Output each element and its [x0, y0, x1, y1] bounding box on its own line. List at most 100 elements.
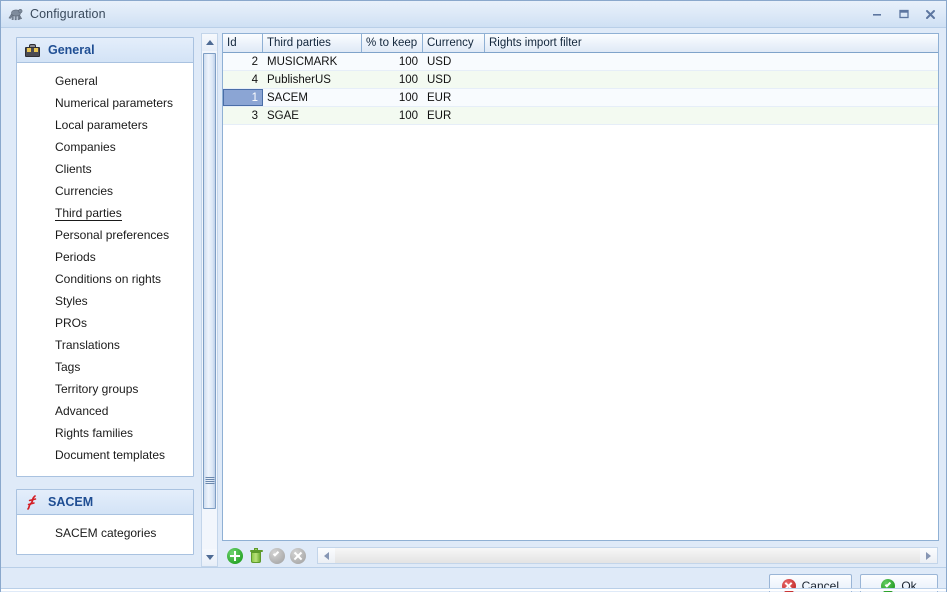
sidebar-item-label: Conditions on rights — [55, 272, 162, 286]
sidebar-item-label: Styles — [55, 294, 88, 308]
sidebar-item-currencies[interactable]: Currencies — [17, 180, 193, 202]
sidebar-item-label: Periods — [55, 250, 96, 264]
sidebar-scroll-thumb[interactable] — [203, 53, 216, 509]
grid-toolbar-buttons — [222, 547, 306, 564]
grid-rows: 2 MUSICMARK 100 USD 4 PublisherUS 100 US… — [223, 53, 938, 540]
sidebar-item-numerical-parameters[interactable]: Numerical parameters — [17, 92, 193, 114]
sidebar-item-label: Document templates — [55, 448, 166, 462]
scroll-down-arrow-icon[interactable] — [202, 549, 217, 566]
column-header-third-parties[interactable]: Third parties — [263, 34, 362, 52]
sidebar-item-rights-families[interactable]: Rights families — [17, 422, 193, 444]
plus-circle-icon[interactable] — [227, 547, 243, 564]
cell-id: 3 — [251, 109, 258, 122]
sidebar-scroll-track[interactable] — [202, 51, 217, 549]
scroll-up-arrow-icon[interactable] — [202, 34, 217, 51]
title-bar: Configuration — [1, 1, 946, 28]
sidebar-item-pros[interactable]: PROs — [17, 312, 193, 334]
sidebar-group-header-general[interactable]: General — [17, 38, 193, 63]
sidebar-item-label: Tags — [55, 360, 81, 374]
sidebar-vertical-scrollbar[interactable] — [201, 33, 218, 567]
music-flourish-icon — [25, 494, 40, 510]
sidebar-item-label: Clients — [55, 162, 92, 176]
cell-pct-to-keep: 100 — [398, 109, 418, 122]
sidebar-item-label: Numerical parameters — [55, 96, 174, 110]
cell-id: 1 — [223, 89, 263, 106]
column-header-currency[interactable]: Currency — [423, 34, 485, 52]
cell-currency: EUR — [427, 91, 452, 104]
scroll-right-arrow-icon[interactable] — [920, 548, 937, 563]
cell-rights-filter — [485, 107, 938, 124]
x-circle-icon[interactable] — [290, 547, 306, 564]
sidebar-item-label: Territory groups — [55, 382, 139, 396]
sidebar-item-advanced[interactable]: Advanced — [17, 400, 193, 422]
sidebar-scroll-viewport: General General Numerical parameters Loc… — [7, 33, 194, 567]
sidebar-item-tags[interactable]: Tags — [17, 356, 193, 378]
column-header-rights-import-filter[interactable]: Rights import filter — [485, 34, 938, 52]
sidebar-item-territory-groups[interactable]: Territory groups — [17, 378, 193, 400]
window-bottom-edge — [1, 588, 946, 591]
sidebar-group-general: General General Numerical parameters Loc… — [16, 37, 194, 477]
check-circle-icon[interactable] — [269, 547, 285, 564]
briefcase-icon — [25, 43, 40, 57]
window-title: Configuration — [30, 7, 106, 21]
cell-id: 4 — [251, 73, 258, 86]
cell-third-party: PublisherUS — [267, 73, 331, 86]
cell-rights-filter — [485, 71, 938, 88]
sidebar-item-conditions-on-rights[interactable]: Conditions on rights — [17, 268, 193, 290]
scroll-grip-icon — [205, 477, 214, 484]
cell-rights-filter — [485, 89, 938, 106]
window-controls — [863, 3, 944, 25]
sidebar-group-header-sacem[interactable]: SACEM — [17, 490, 193, 515]
cell-currency: USD — [427, 55, 452, 68]
sidebar-item-general[interactable]: General — [17, 70, 193, 92]
cell-pct-to-keep: 100 — [398, 73, 418, 86]
sidebar-item-label: Currencies — [55, 184, 114, 198]
grid-hscroll-track[interactable] — [335, 548, 920, 563]
table-row[interactable]: 4 PublisherUS 100 USD — [223, 71, 938, 89]
trash-icon[interactable] — [248, 547, 264, 564]
cell-pct-to-keep: 100 — [398, 91, 418, 104]
sidebar-item-styles[interactable]: Styles — [17, 290, 193, 312]
sidebar-item-translations[interactable]: Translations — [17, 334, 193, 356]
table-row[interactable]: 3 SGAE 100 EUR — [223, 107, 938, 125]
sidebar: General General Numerical parameters Loc… — [7, 33, 218, 567]
cell-currency: USD — [427, 73, 452, 86]
sidebar-item-third-parties[interactable]: Third parties — [17, 202, 193, 224]
sidebar-item-personal-preferences[interactable]: Personal preferences — [17, 224, 193, 246]
grid-header-row: Id Third parties % to keep Currency Righ… — [223, 34, 938, 53]
sidebar-item-label: General — [55, 74, 98, 88]
column-header-pct-to-keep[interactable]: % to keep — [362, 34, 423, 52]
window-body: General General Numerical parameters Loc… — [1, 28, 946, 567]
sidebar-item-label: Advanced — [55, 404, 109, 418]
minimize-icon[interactable] — [863, 3, 890, 25]
sidebar-item-label: Companies — [55, 140, 116, 154]
sidebar-item-sacem-categories[interactable]: SACEM categories — [17, 522, 193, 544]
third-parties-panel: Id Third parties % to keep Currency Righ… — [222, 33, 939, 567]
scroll-left-arrow-icon[interactable] — [318, 548, 335, 563]
sidebar-item-label: Personal preferences — [55, 228, 170, 242]
configuration-window: Configuration General General Numerical … — [0, 0, 947, 592]
cell-id: 2 — [251, 55, 258, 68]
cell-rights-filter — [485, 53, 938, 70]
sidebar-item-label: Rights families — [55, 426, 134, 440]
cell-pct-to-keep: 100 — [398, 55, 418, 68]
table-row[interactable]: 2 MUSICMARK 100 USD — [223, 53, 938, 71]
grid-horizontal-scrollbar[interactable] — [317, 547, 938, 564]
column-header-id[interactable]: Id — [223, 34, 263, 52]
sidebar-item-companies[interactable]: Companies — [17, 136, 193, 158]
sidebar-items-sacem: SACEM categories — [17, 515, 193, 554]
sidebar-item-periods[interactable]: Periods — [17, 246, 193, 268]
sidebar-item-label: PROs — [55, 316, 88, 330]
maximize-icon[interactable] — [890, 3, 917, 25]
sidebar-item-local-parameters[interactable]: Local parameters — [17, 114, 193, 136]
cell-third-party: MUSICMARK — [267, 55, 338, 68]
app-icon — [7, 6, 24, 23]
close-icon[interactable] — [917, 3, 944, 25]
sidebar-item-label: Third parties — [55, 205, 122, 221]
sidebar-group-title: SACEM — [48, 495, 94, 509]
sidebar-item-clients[interactable]: Clients — [17, 158, 193, 180]
cell-third-party: SACEM — [267, 91, 308, 104]
table-row-selected[interactable]: 1 SACEM 100 EUR — [223, 89, 938, 107]
grid-toolbar — [222, 541, 939, 567]
sidebar-item-document-templates[interactable]: Document templates — [17, 444, 193, 466]
